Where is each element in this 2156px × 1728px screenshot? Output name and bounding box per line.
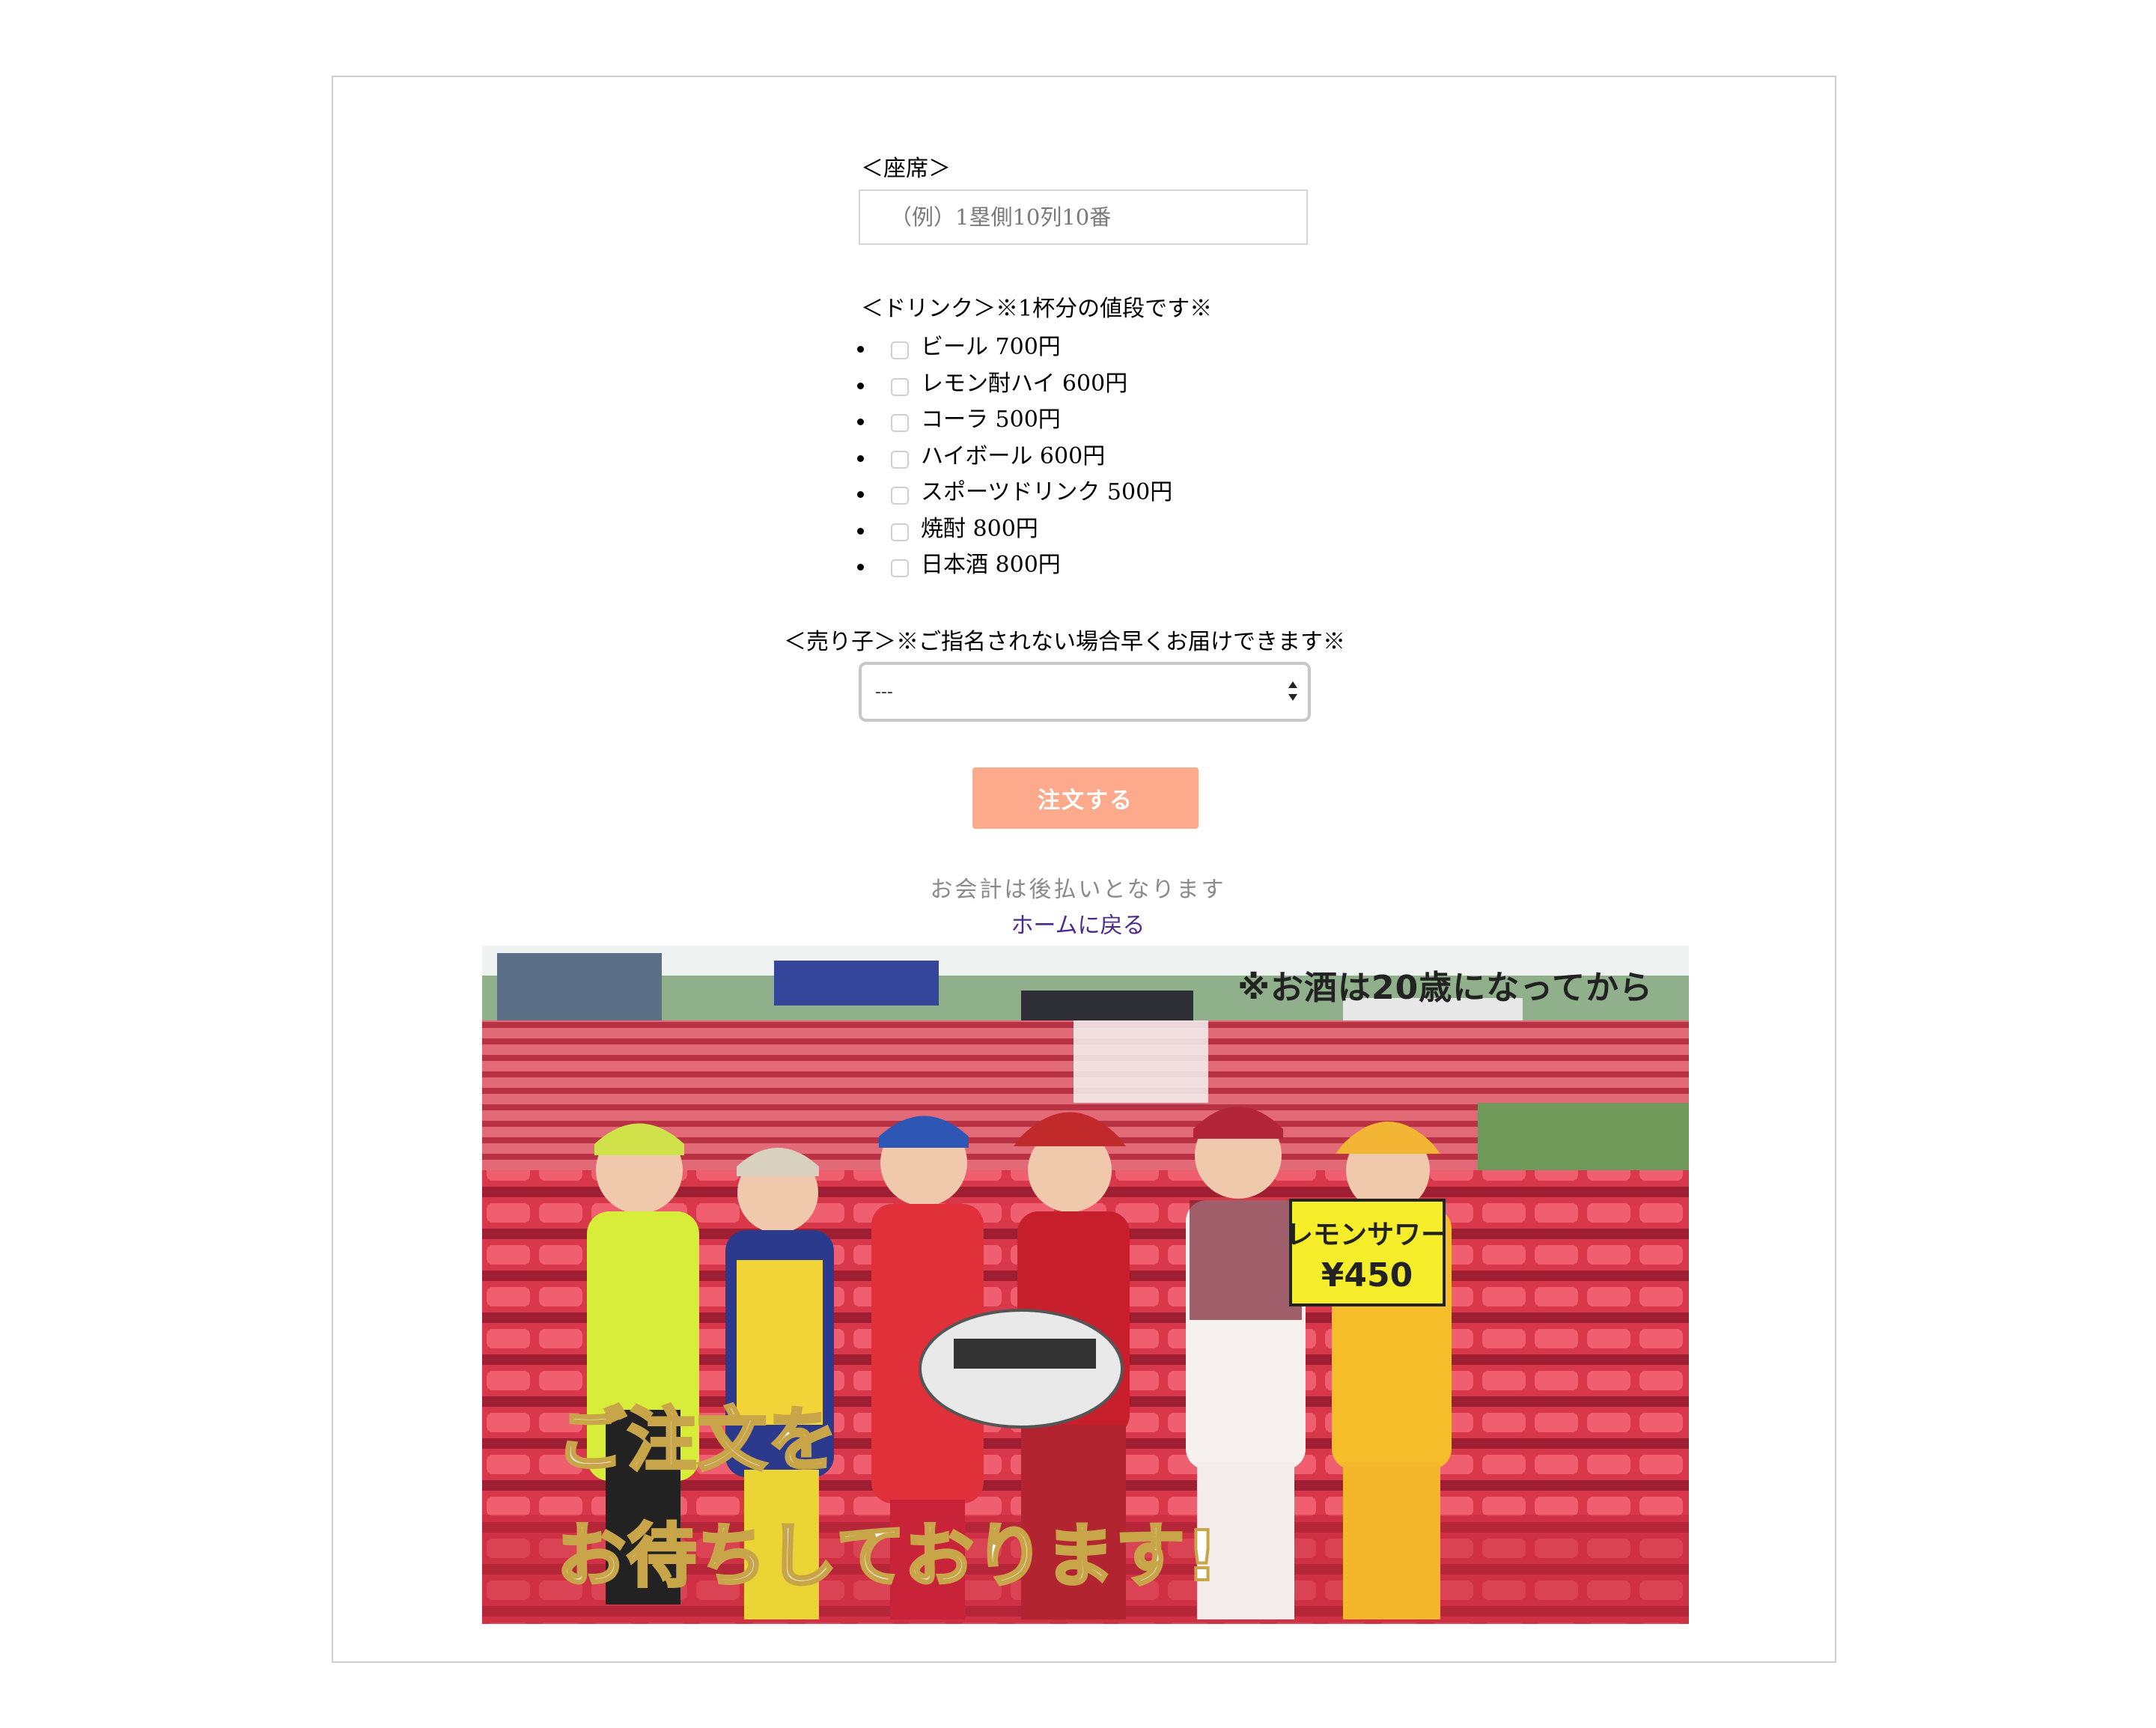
order-button[interactable]: 注文する <box>972 767 1199 829</box>
sign-line1: レモンサワー <box>1286 1220 1448 1250</box>
drink-item: レモン酎ハイ 600円 <box>857 366 1172 403</box>
drink-item-label: ビール 700円 <box>921 334 1061 361</box>
drink-checkbox[interactable] <box>891 559 909 578</box>
drink-item-label: スポーツドリンク 500円 <box>921 479 1173 506</box>
drink-list: ビール 700円 レモン酎ハイ 600円 コーラ 500円 ハイボール 600円… <box>857 329 1173 584</box>
home-link[interactable]: ホームに戻る <box>1011 913 1145 939</box>
drink-item: ビール 700円 <box>857 329 1172 366</box>
vendor-banner-image: レモンサワー ¥450 ※お酒は20歳になってから ご注文を お待ちしております… <box>482 946 1689 1624</box>
drink-checkbox[interactable] <box>891 450 909 469</box>
vendor-select-value: --- <box>875 682 893 702</box>
drink-checkbox[interactable] <box>891 523 909 541</box>
select-arrows-icon <box>1288 681 1297 701</box>
bullet-icon <box>857 454 864 462</box>
bullet-icon <box>857 491 864 498</box>
drink-checkbox[interactable] <box>891 414 909 433</box>
banner-caption-line2: お待ちしております! <box>555 1516 1219 1596</box>
drink-item-label: レモン酎ハイ 600円 <box>921 370 1128 397</box>
bullet-icon <box>857 564 864 571</box>
drink-checkbox[interactable] <box>891 487 909 505</box>
age-warning-caption: ※お酒は20歳になってから <box>1237 969 1653 1007</box>
drink-label: ＜ドリンク＞※1杯分の値段です※ <box>861 296 1213 322</box>
drink-item-label: 焼酎 800円 <box>921 515 1038 542</box>
vendor-label: ＜売り子＞※ご指名されない場合早くお届けできます※ <box>784 629 1345 655</box>
banner-caption-line1: ご注文を <box>555 1400 839 1480</box>
bullet-icon <box>857 346 864 353</box>
drink-item-label: コーラ 500円 <box>921 407 1061 433</box>
seat-input[interactable] <box>859 189 1308 245</box>
vendor-select[interactable]: --- <box>859 662 1311 722</box>
drink-item-label: 日本酒 800円 <box>921 552 1061 579</box>
bullet-icon <box>857 527 864 535</box>
drink-checkbox[interactable] <box>891 341 909 360</box>
drink-item: ハイボール 600円 <box>857 439 1172 475</box>
drink-item-label: ハイボール 600円 <box>921 442 1106 469</box>
seat-label: ＜座席＞ <box>861 156 951 182</box>
drink-item: コーラ 500円 <box>857 402 1172 439</box>
payment-note: お会計は後払いとなります <box>930 877 1226 903</box>
drink-checkbox[interactable] <box>891 377 909 396</box>
bullet-icon <box>857 419 864 425</box>
drink-item: スポーツドリンク 500円 <box>857 475 1173 511</box>
drink-item: 日本酒 800円 <box>857 547 1172 584</box>
sign-line2: ¥450 <box>1321 1256 1413 1295</box>
drink-item: 焼酎 800円 <box>857 511 1172 548</box>
bullet-icon <box>857 382 864 389</box>
